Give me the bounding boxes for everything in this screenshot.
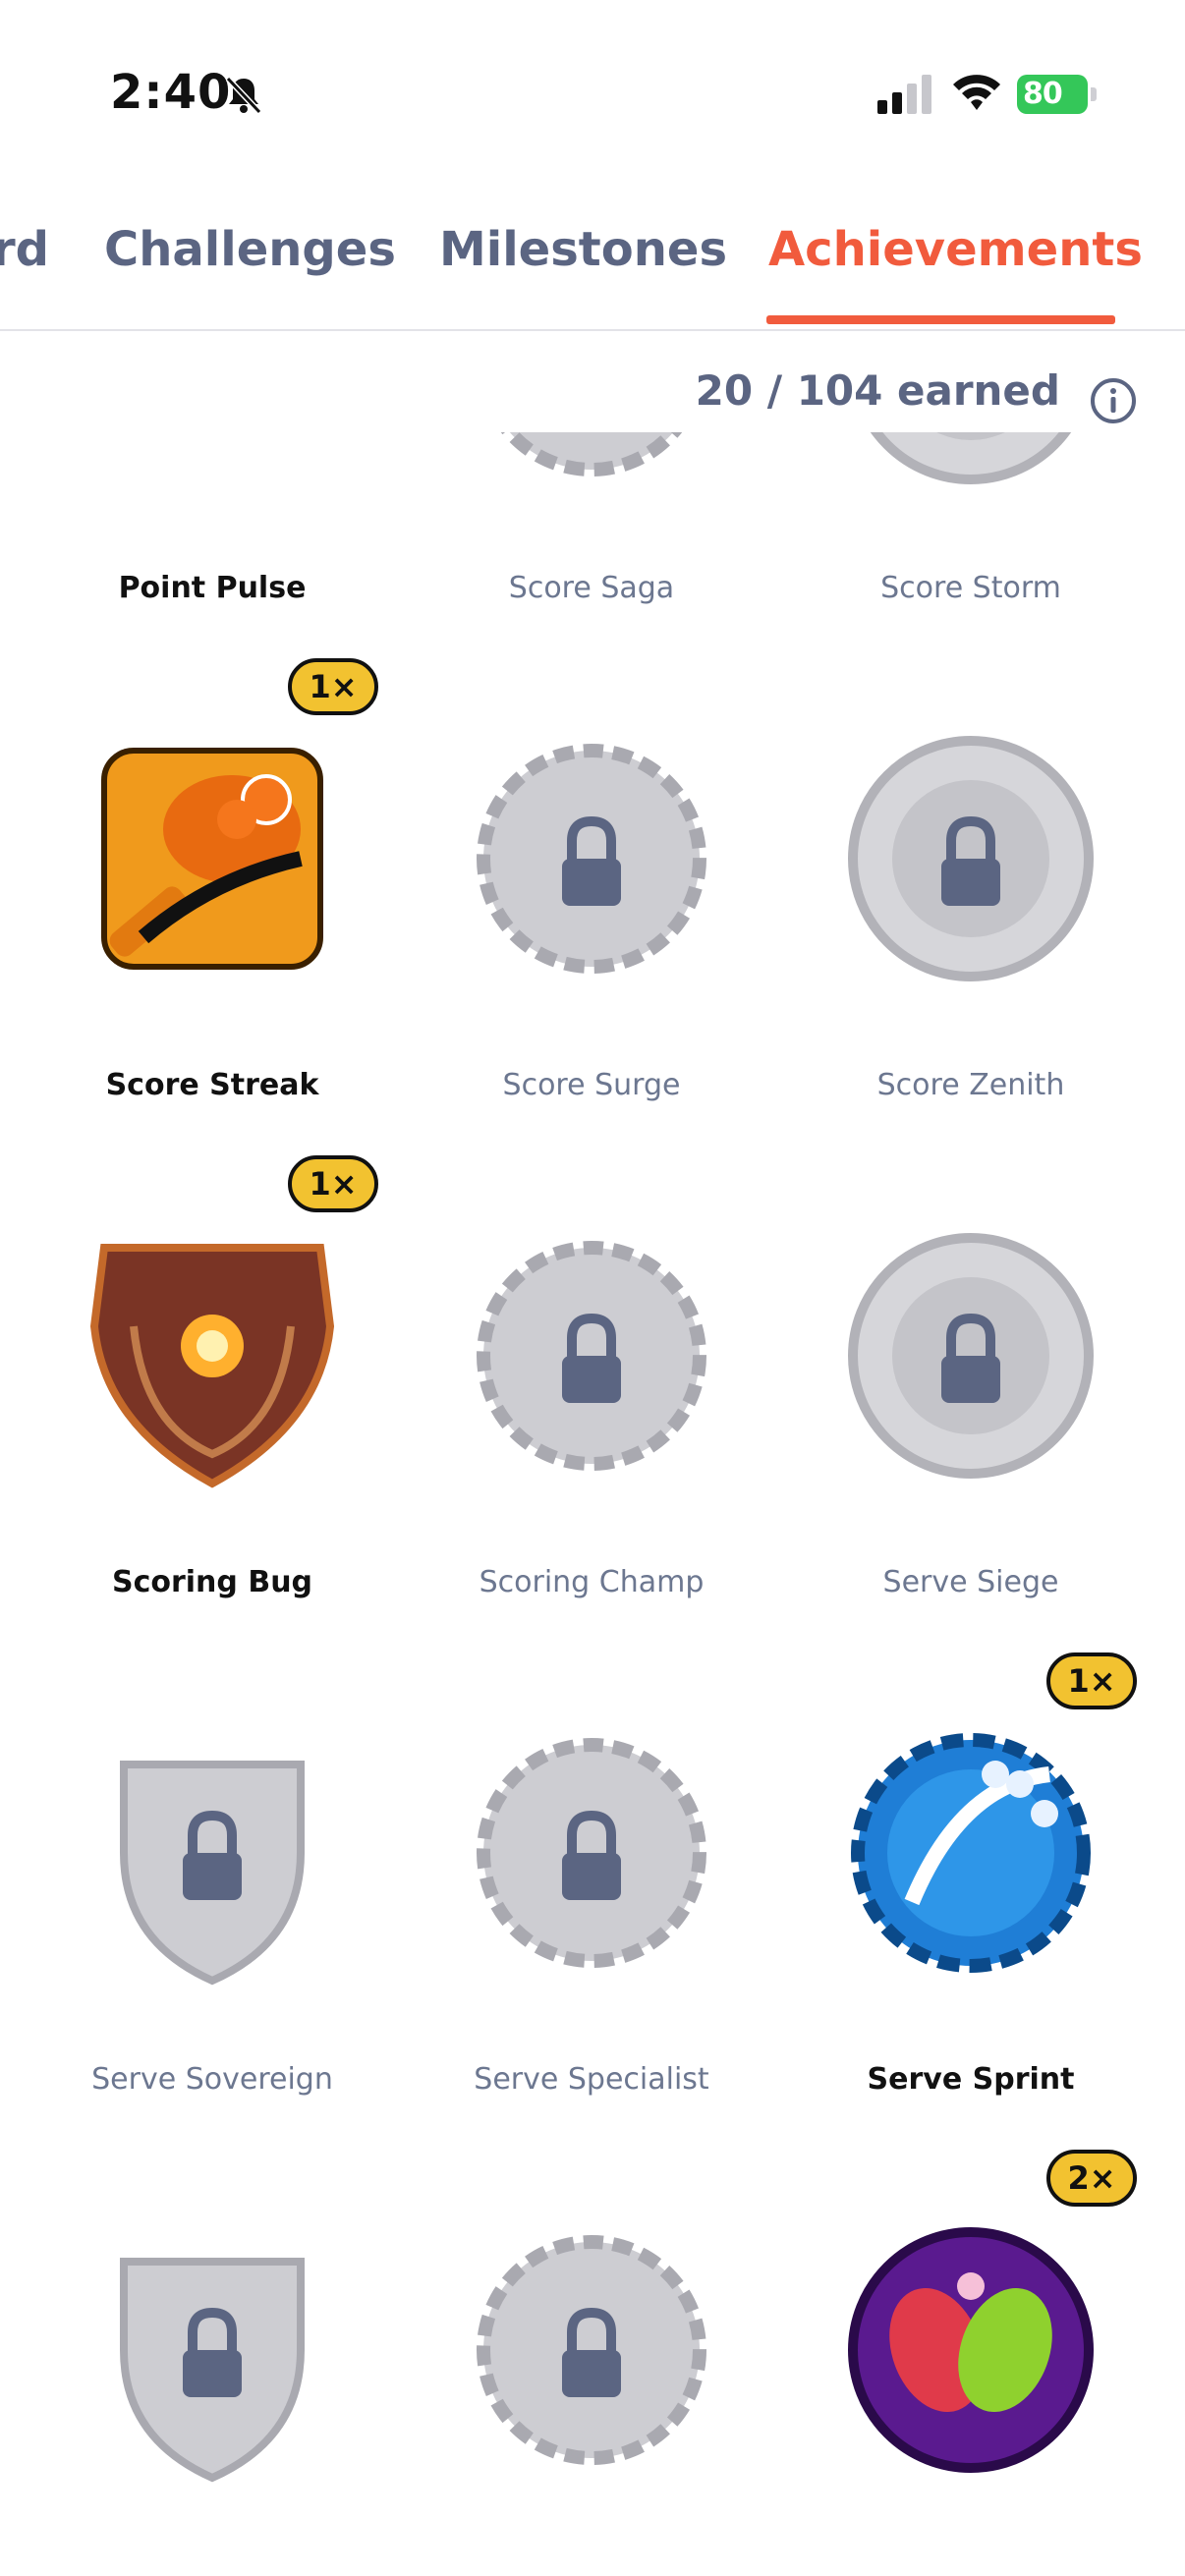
tab-milestones[interactable]: Milestones — [439, 222, 727, 277]
achievement-name: Point Pulse — [118, 571, 307, 605]
achievement-card[interactable]: Scoring Champ — [402, 1208, 781, 1706]
locked-badge-icon — [444, 432, 739, 509]
wifi-icon — [951, 71, 1002, 114]
achievement-name: Score Surge — [502, 1068, 681, 1102]
achievement-name: Score Streak — [105, 1068, 319, 1102]
achievement-name: Serve Specialist — [474, 2062, 709, 2097]
active-tab-indicator — [766, 315, 1115, 324]
tab-leaderboard[interactable]: rd — [0, 222, 49, 277]
info-icon[interactable] — [1089, 376, 1138, 425]
achievement-name: Score Zenith — [876, 1068, 1065, 1102]
locked-badge-icon — [444, 711, 739, 1006]
battery-icon: 80 — [1017, 75, 1098, 114]
earned-count-badge: 2× — [1046, 2150, 1137, 2207]
achievement-card[interactable]: Serve Siege — [781, 1208, 1160, 1706]
achievement-name: Serve Siege — [882, 1565, 1059, 1599]
achievement-card[interactable] — [23, 2203, 402, 2576]
achievement-card[interactable]: Score Zenith — [781, 711, 1160, 1208]
badge-icon — [65, 432, 360, 509]
achievement-name: Scoring Bug — [111, 1565, 313, 1599]
tab-challenges[interactable]: Challenges — [104, 222, 396, 277]
achievement-card[interactable]: Serve Sprint 1× — [781, 1652, 1160, 2203]
status-bar: 2:40 80 — [0, 0, 1185, 187]
badge-icon — [823, 2203, 1118, 2497]
locked-badge-icon — [444, 2203, 739, 2497]
achievements-grid: Point Pulse Score Saga Score Storm Score St… — [0, 432, 1185, 2576]
achievement-card[interactable]: Score Saga — [402, 432, 781, 711]
locked-badge-icon — [444, 1208, 739, 1503]
achievement-name: Scoring Champ — [479, 1565, 705, 1599]
locked-badge-icon — [444, 1706, 739, 2000]
achievement-card[interactable] — [402, 2203, 781, 2576]
signal-icon — [877, 75, 932, 114]
achievement-card[interactable]: Scoring Bug 1× — [23, 1155, 402, 1706]
achievement-card[interactable]: Serve Specialist — [402, 1706, 781, 2203]
tab-achievements[interactable]: Achievements — [768, 222, 1143, 277]
achievement-name: Serve Sprint — [867, 2062, 1075, 2097]
achievement-name: Serve Sovereign — [91, 2062, 333, 2097]
badge-icon — [65, 711, 360, 1006]
locked-badge-icon — [65, 1706, 360, 2000]
tab-bar: rd Challenges Milestones Achievements — [0, 187, 1185, 331]
achievement-name: Score Saga — [508, 571, 675, 605]
achievement-card[interactable]: 2× — [781, 2150, 1160, 2576]
earned-count-badge: 1× — [288, 1155, 378, 1212]
earned-count-badge: 1× — [1046, 1652, 1137, 1709]
locked-badge-icon — [823, 432, 1118, 509]
achievement-card[interactable]: Score Storm — [781, 432, 1160, 711]
locked-badge-icon — [823, 711, 1118, 1006]
locked-badge-icon — [823, 1208, 1118, 1503]
badge-icon — [65, 1208, 360, 1503]
locked-badge-icon — [65, 2203, 360, 2497]
badge-icon — [823, 1706, 1118, 2000]
status-time: 2:40 — [110, 65, 232, 120]
earned-count: 20 / 104 earned — [695, 366, 1060, 415]
achievement-name: Score Storm — [880, 571, 1061, 605]
achievement-card[interactable]: Score Surge — [402, 711, 781, 1208]
achievement-card[interactable]: Serve Sovereign — [23, 1706, 402, 2203]
bell-slash-icon — [222, 73, 265, 116]
battery-level: 80 — [1023, 77, 1063, 111]
earned-count-badge: 1× — [288, 658, 378, 715]
achievement-card[interactable]: Score Streak 1× — [23, 658, 402, 1208]
